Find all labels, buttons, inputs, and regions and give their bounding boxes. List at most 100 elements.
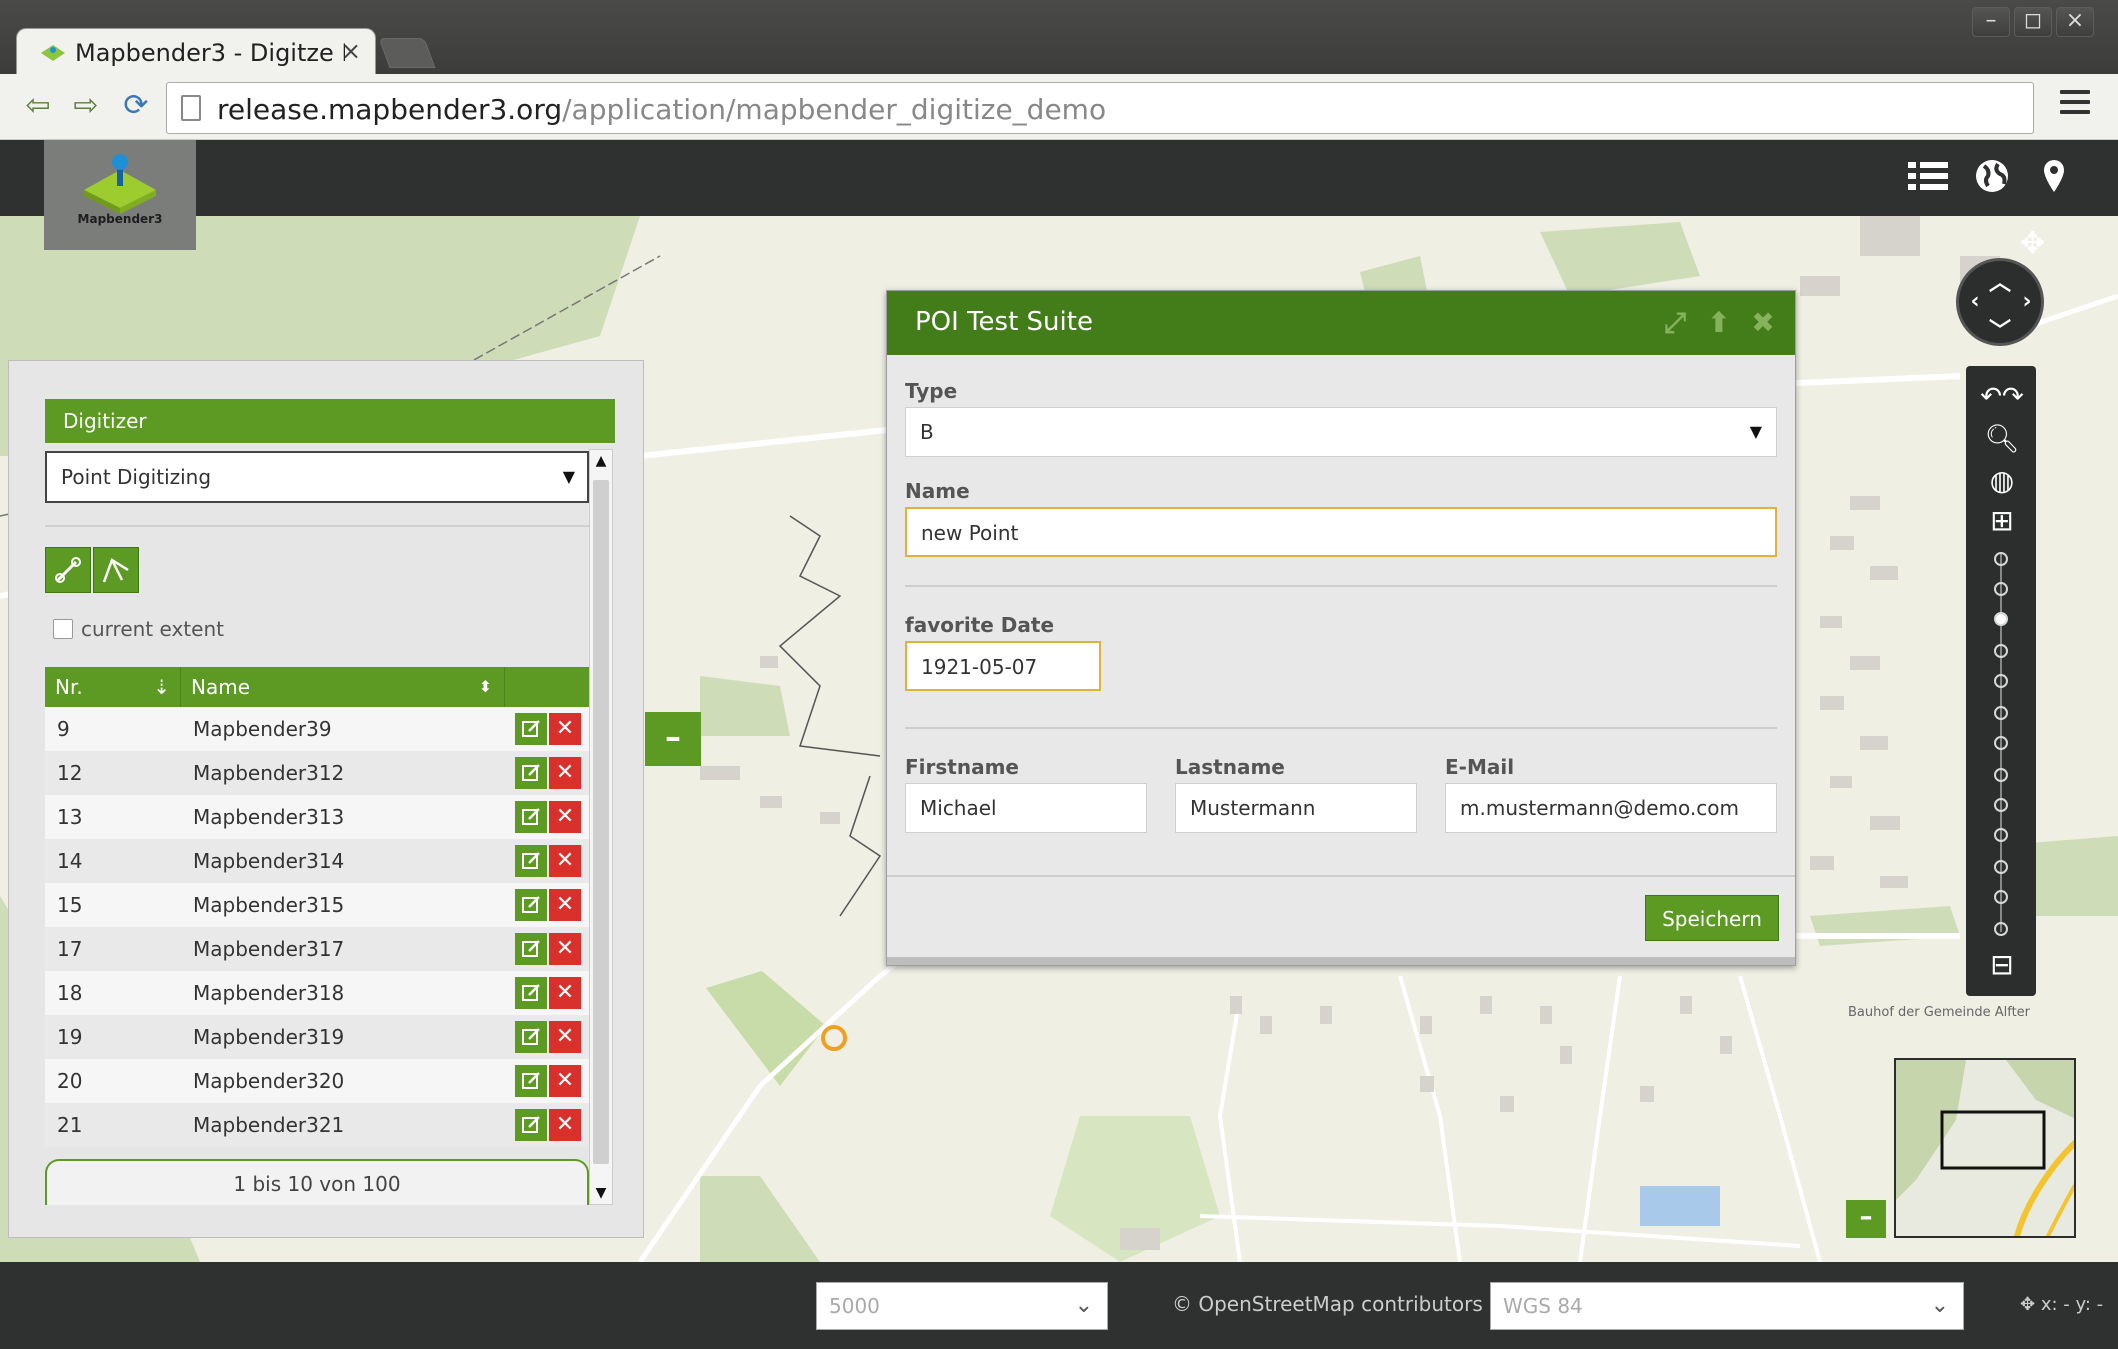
zoom-level-step[interactable] [1994, 798, 2008, 812]
edit-icon[interactable] [515, 845, 547, 877]
table-row[interactable]: 9 Mapbender39 ✕ [45, 707, 589, 751]
map-label-station: Bauhof der Gemeinde Alfter [1848, 1005, 2031, 1020]
dialog-titlebar[interactable]: POI Test Suite ⤢ ⬆ ✖ [887, 291, 1795, 355]
srs-select[interactable]: WGS 84 ⌄ [1490, 1282, 1964, 1330]
edit-icon[interactable] [515, 1021, 547, 1053]
overview-map-image [1896, 1060, 2074, 1236]
delete-icon[interactable]: ✕ [549, 889, 581, 921]
zoom-box-icon[interactable]: 🔍︎ [1984, 422, 2020, 456]
zoom-level-step[interactable] [1994, 706, 2008, 720]
browser-tab[interactable]: Mapbender3 - Digitze De × [16, 28, 376, 74]
location-pin-icon[interactable] [2032, 156, 2076, 196]
favorite-date-input[interactable]: 1921-05-07 [905, 641, 1101, 691]
edit-icon[interactable] [515, 801, 547, 833]
column-header-nr[interactable]: Nr. ⇣ [45, 667, 181, 707]
delete-icon[interactable]: ✕ [549, 1021, 581, 1053]
current-extent-checkbox[interactable] [53, 619, 73, 639]
expand-icon[interactable]: ⤢ [1659, 307, 1691, 339]
zoom-level-step[interactable] [1994, 736, 2008, 750]
table-row[interactable]: 12 Mapbender312 ✕ [45, 751, 589, 795]
zoom-level-step[interactable] [1994, 644, 2008, 658]
minimize-button[interactable]: – [1972, 7, 2010, 37]
edit-icon[interactable] [515, 977, 547, 1009]
tab-close-icon[interactable]: × [341, 37, 361, 65]
globe-icon[interactable] [1970, 156, 2014, 196]
layertree-icon[interactable] [1906, 156, 1950, 196]
scroll-up-icon[interactable]: ▲ [590, 450, 612, 472]
email-label: E-Mail [1445, 755, 1515, 779]
column-header-name[interactable]: Name ⬍ [181, 667, 505, 707]
zoom-level-step[interactable] [1994, 768, 2008, 782]
edit-icon[interactable] [515, 713, 547, 745]
delete-icon[interactable]: ✕ [549, 1109, 581, 1141]
edit-icon[interactable] [515, 933, 547, 965]
firstname-label: Firstname [905, 755, 1019, 779]
delete-icon[interactable]: ✕ [549, 713, 581, 745]
edit-icon[interactable] [515, 889, 547, 921]
table-row[interactable]: 15 Mapbender315 ✕ [45, 883, 589, 927]
history-undo-redo-icon[interactable]: ↶↷ [1972, 380, 2032, 414]
zoom-max-extent-icon[interactable]: ◍ [1984, 464, 2020, 498]
save-button[interactable]: Speichern [1645, 895, 1779, 941]
close-icon[interactable]: ✖ [1747, 307, 1779, 339]
table-row[interactable]: 14 Mapbender314 ✕ [45, 839, 589, 883]
zoom-level-step[interactable] [1994, 674, 2008, 688]
name-input[interactable]: new Point [905, 507, 1777, 557]
row-nr: 19 [57, 1025, 83, 1049]
zoom-level-step[interactable] [1994, 552, 2008, 566]
delete-icon[interactable]: ✕ [549, 757, 581, 789]
pan-left-icon[interactable]: ‹ [1963, 289, 1987, 314]
zoom-out-icon[interactable]: ⊟ [1984, 948, 2020, 982]
delete-icon[interactable]: ✕ [549, 933, 581, 965]
edit-icon[interactable] [515, 1109, 547, 1141]
move-icon[interactable]: ✥ [2020, 226, 2045, 261]
table-row[interactable]: 13 Mapbender313 ✕ [45, 795, 589, 839]
table-row[interactable]: 19 Mapbender319 ✕ [45, 1015, 589, 1059]
sidebar-scrollbar[interactable]: ▲ ▼ [589, 449, 613, 1205]
delete-icon[interactable]: ✕ [549, 845, 581, 877]
zoom-level-step[interactable] [1994, 828, 2008, 842]
table-row[interactable]: 21 Mapbender321 ✕ [45, 1103, 589, 1147]
zoom-level-step[interactable] [1994, 922, 2008, 936]
zoom-level-step[interactable] [1994, 582, 2008, 596]
pan-up-icon[interactable]: ︿ [1988, 265, 2012, 297]
pan-down-icon[interactable]: ﹀ [1988, 313, 2012, 345]
zoom-level-step[interactable] [1994, 890, 2008, 904]
table-row[interactable]: 17 Mapbender317 ✕ [45, 927, 589, 971]
maximize-button[interactable]: ◻ [2014, 7, 2052, 37]
arrow-up-icon[interactable]: ⬆ [1703, 307, 1735, 339]
new-tab-button[interactable] [378, 38, 436, 68]
zoom-level-step[interactable] [1994, 860, 2008, 874]
forward-arrow-icon[interactable]: ⇨ [68, 88, 104, 124]
delete-icon[interactable]: ✕ [549, 1065, 581, 1097]
delete-icon[interactable]: ✕ [549, 977, 581, 1009]
table-row[interactable]: 20 Mapbender320 ✕ [45, 1059, 589, 1103]
overview-map[interactable] [1894, 1058, 2076, 1238]
reload-icon[interactable]: ⟳ [118, 88, 154, 124]
lastname-input[interactable]: Mustermann [1175, 783, 1417, 833]
modify-feature-button[interactable] [93, 547, 139, 593]
back-arrow-icon[interactable]: ⇦ [20, 88, 56, 124]
pan-control[interactable]: ︿ ﹀ ‹ › [1956, 258, 2044, 346]
delete-icon[interactable]: ✕ [549, 801, 581, 833]
scale-select[interactable]: 5000 ⌄ [816, 1282, 1108, 1330]
sidebar-collapse-button[interactable]: – [645, 712, 701, 766]
email-input[interactable]: m.mustermann@demo.com [1445, 783, 1777, 833]
address-bar[interactable]: release.mapbender3.org/application/mapbe… [166, 82, 2034, 134]
browser-menu-icon[interactable] [2060, 90, 2090, 118]
firstname-input[interactable]: Michael [905, 783, 1147, 833]
table-row[interactable]: 18 Mapbender318 ✕ [45, 971, 589, 1015]
type-select[interactable]: B ▼ [905, 407, 1777, 457]
app-header [0, 140, 2118, 216]
zoom-in-icon[interactable]: ⊞ [1984, 504, 2020, 538]
edit-icon[interactable] [515, 1065, 547, 1097]
close-window-button[interactable]: × [2056, 7, 2094, 37]
scroll-thumb[interactable] [593, 480, 609, 1164]
edit-icon[interactable] [515, 757, 547, 789]
pan-right-icon[interactable]: › [2015, 289, 2039, 314]
overview-toggle-button[interactable]: – [1846, 1200, 1886, 1238]
schema-select[interactable]: Point Digitizing ▼ [45, 451, 589, 503]
scroll-down-icon[interactable]: ▼ [590, 1182, 612, 1204]
zoom-level-step-active[interactable] [1994, 612, 2008, 626]
draw-point-button[interactable] [45, 547, 91, 593]
